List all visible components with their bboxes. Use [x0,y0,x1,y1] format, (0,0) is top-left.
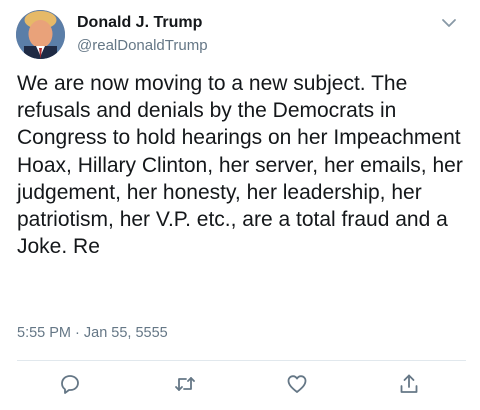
tweet-card: Donald J. Trump @realDonaldTrump We are … [0,0,480,410]
retweet-icon [173,372,197,396]
retweet-button[interactable] [173,372,197,396]
avatar[interactable] [16,10,65,59]
like-button[interactable] [285,372,309,396]
chevron-down-icon[interactable] [440,16,458,30]
divider [17,360,466,361]
reply-icon [58,372,82,396]
display-name[interactable]: Donald J. Trump [77,14,202,32]
reply-button[interactable] [58,372,82,396]
share-icon [397,372,421,396]
tweet-timestamp[interactable]: 5:55 PM · Jan 55, 5555 [17,325,168,341]
user-handle[interactable]: @realDonaldTrump [77,37,208,54]
action-bar [0,372,480,400]
heart-icon [285,372,309,396]
share-button[interactable] [397,372,421,396]
tweet-text: We are now moving to a new subject. The … [17,72,463,259]
